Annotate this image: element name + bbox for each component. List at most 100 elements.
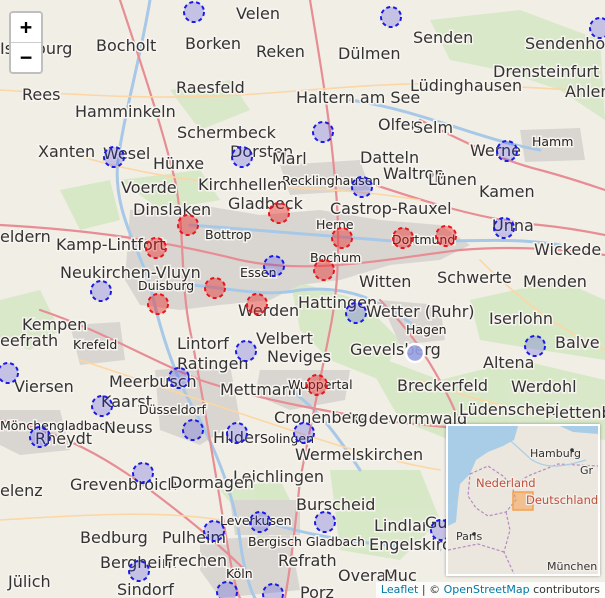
place-label: Viersen bbox=[14, 377, 74, 396]
place-label: Sindorf bbox=[117, 580, 174, 598]
marker-blue[interactable] bbox=[91, 395, 113, 417]
marker-blue[interactable] bbox=[380, 6, 402, 28]
place-label: Werdohl bbox=[511, 377, 577, 396]
marker-red[interactable] bbox=[268, 202, 290, 224]
marker-blue[interactable] bbox=[312, 121, 334, 143]
place-label: eldern bbox=[0, 227, 51, 246]
place-label: Refrath bbox=[278, 551, 337, 570]
marker-blue[interactable] bbox=[314, 511, 336, 533]
place-label: Breckerfeld bbox=[397, 376, 488, 395]
place-label: Dülmen bbox=[338, 44, 400, 63]
place-label: Frechen bbox=[164, 551, 227, 570]
place-label: Lünen bbox=[428, 170, 477, 189]
place-label: Witten bbox=[359, 272, 411, 291]
marker-blue[interactable] bbox=[203, 520, 225, 542]
minimap-label: Gr bbox=[580, 464, 594, 477]
marker-red[interactable] bbox=[435, 225, 457, 247]
place-label: Lüdinghausen bbox=[410, 76, 522, 95]
place-label: Dinslaken bbox=[133, 200, 211, 219]
marker-blue[interactable] bbox=[168, 367, 190, 389]
location-marker[interactable] bbox=[404, 342, 426, 364]
place-label: Wetter (Ruhr) bbox=[366, 302, 475, 321]
place-label: Lindlar bbox=[374, 516, 429, 535]
place-label: eefrath bbox=[0, 331, 58, 350]
marker-blue[interactable] bbox=[132, 462, 154, 484]
marker-blue[interactable] bbox=[496, 140, 518, 162]
place-label: elenz bbox=[0, 481, 43, 500]
place-label: Kamen bbox=[479, 182, 535, 201]
place-label: Wickede (Ruhr) bbox=[534, 240, 605, 259]
place-label: Gevelsberg bbox=[350, 340, 441, 359]
marker-blue[interactable] bbox=[493, 217, 515, 239]
map-container[interactable]: Velen Senden Sendenhorst Bocholt Borken … bbox=[0, 0, 605, 598]
zoom-in-button[interactable]: + bbox=[11, 13, 41, 42]
marker-blue[interactable] bbox=[345, 302, 367, 324]
zoom-out-button[interactable]: − bbox=[11, 42, 41, 72]
marker-blue[interactable] bbox=[235, 340, 257, 362]
minimap[interactable]: Hamburg Nederland Deutschland Paris Münc… bbox=[446, 424, 600, 576]
marker-red[interactable] bbox=[306, 374, 328, 396]
place-label: Ahlen bbox=[565, 82, 605, 101]
place-label: Marl bbox=[272, 149, 307, 168]
place-label: Altena bbox=[483, 353, 534, 372]
minimap-label: München bbox=[547, 560, 597, 573]
marker-blue[interactable] bbox=[90, 280, 112, 302]
place-label: Bedburg bbox=[80, 528, 148, 547]
place-label: Bergisch Gladbach bbox=[248, 534, 365, 549]
marker-red[interactable] bbox=[145, 237, 167, 259]
minimap-label: Deutschland bbox=[526, 493, 598, 507]
place-label: Schermbeck bbox=[177, 123, 277, 142]
minimap-label: Paris bbox=[456, 530, 482, 543]
minimap-city-dot bbox=[472, 532, 476, 536]
place-label: Sendenhorst bbox=[525, 34, 605, 53]
marker-blue[interactable] bbox=[29, 426, 51, 448]
place-label: Köln bbox=[226, 566, 253, 581]
place-label: Raesfeld bbox=[176, 78, 245, 97]
place-label: Herne bbox=[316, 217, 354, 232]
marker-blue[interactable] bbox=[103, 146, 125, 168]
place-label: Wermelskirchen bbox=[295, 445, 423, 464]
marker-red[interactable] bbox=[147, 293, 169, 315]
attribution: Leaflet | © OpenStreetMap contributors bbox=[375, 582, 605, 598]
marker-blue[interactable] bbox=[226, 422, 248, 444]
marker-blue[interactable] bbox=[524, 335, 546, 357]
place-label: Borken bbox=[185, 34, 241, 53]
marker-blue[interactable] bbox=[263, 255, 285, 277]
marker-blue[interactable] bbox=[589, 17, 605, 39]
place-label: Castrop-Rauxel bbox=[330, 199, 452, 218]
minimap-city-dot bbox=[570, 448, 574, 452]
place-label: Hagen bbox=[406, 322, 447, 337]
marker-blue[interactable] bbox=[231, 146, 253, 168]
marker-red[interactable] bbox=[177, 214, 199, 236]
place-label: Plettenberg bbox=[545, 403, 605, 422]
place-label: Xanten bbox=[38, 142, 95, 161]
marker-red[interactable] bbox=[392, 227, 414, 249]
place-label: Voerde bbox=[121, 178, 177, 197]
minimap-label: Nederland bbox=[476, 476, 536, 490]
marker-blue[interactable] bbox=[182, 419, 204, 441]
marker-blue[interactable] bbox=[183, 1, 205, 23]
place-label: Duisburg bbox=[138, 278, 194, 293]
marker-red[interactable] bbox=[246, 293, 268, 315]
place-label: Menden bbox=[523, 272, 587, 291]
osm-link[interactable]: OpenStreetMap bbox=[444, 583, 530, 596]
attribution-suffix: contributors bbox=[529, 583, 600, 596]
marker-red[interactable] bbox=[331, 227, 353, 249]
place-label: Grevenbroich bbox=[70, 475, 177, 494]
zoom-control: + − bbox=[9, 11, 43, 74]
marker-blue[interactable] bbox=[128, 560, 150, 582]
place-label: Velbert bbox=[256, 329, 313, 348]
place-label: Gladbeck bbox=[228, 194, 304, 213]
place-label: Düsseldorf bbox=[139, 402, 206, 417]
marker-red[interactable] bbox=[313, 259, 335, 281]
place-label: Hamm bbox=[532, 134, 573, 149]
place-label: Selm bbox=[413, 118, 453, 137]
marker-red[interactable] bbox=[204, 277, 226, 299]
place-label: Balve bbox=[555, 333, 600, 352]
leaflet-link[interactable]: Leaflet bbox=[381, 583, 418, 596]
marker-blue[interactable] bbox=[351, 176, 373, 198]
marker-blue[interactable] bbox=[293, 422, 315, 444]
place-label: Haltern am See bbox=[296, 88, 420, 107]
marker-blue[interactable] bbox=[249, 511, 271, 533]
place-label: Senden bbox=[413, 28, 473, 47]
